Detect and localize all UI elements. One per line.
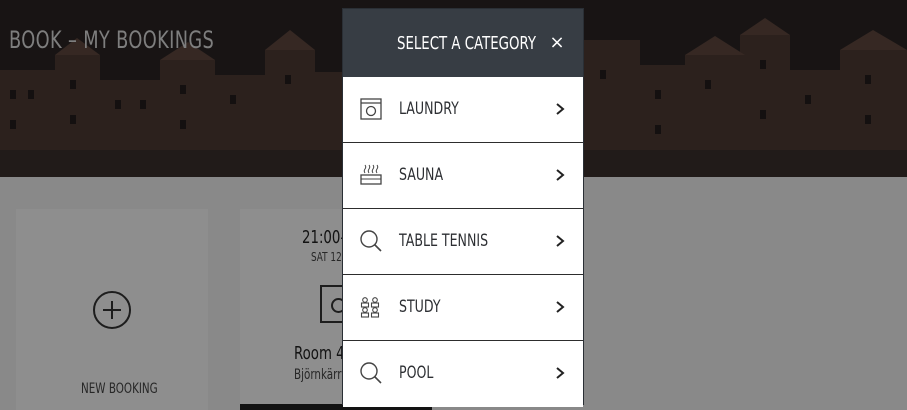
category-modal: SELECT A CATEGORY × LAUNDRY SAUNA TABLE … <box>342 8 584 407</box>
category-label: LAUNDRY <box>399 99 480 119</box>
category-label-text: STUDY <box>399 297 441 317</box>
category-item-laundry[interactable]: LAUNDRY <box>343 77 583 143</box>
category-label-text: POOL <box>399 363 434 383</box>
category-label-text: TABLE TENNIS <box>399 231 489 251</box>
category-label-text: LAUNDRY <box>399 99 459 119</box>
category-label: POOL <box>399 363 445 383</box>
close-icon[interactable]: × <box>543 29 571 57</box>
category-list: LAUNDRY SAUNA TABLE TENNIS STUDY POOL <box>343 77 583 407</box>
category-label: TABLE TENNIS <box>399 231 519 251</box>
modal-title-text: SELECT A CATEGORY <box>397 33 537 54</box>
modal-header: SELECT A CATEGORY × <box>343 9 583 77</box>
category-item-sauna[interactable]: SAUNA <box>343 143 583 209</box>
chevron-right-icon <box>556 103 565 115</box>
category-item-pool[interactable]: POOL <box>343 341 583 407</box>
chevron-right-icon <box>556 367 565 379</box>
laundry-icon <box>360 98 382 120</box>
chevron-right-icon <box>556 169 565 181</box>
category-item-study[interactable]: STUDY <box>343 275 583 341</box>
magnifier-icon <box>360 230 382 252</box>
sauna-icon <box>360 164 382 185</box>
magnifier-icon <box>360 362 382 384</box>
category-label: STUDY <box>399 297 455 317</box>
category-label-text: SAUNA <box>399 165 444 185</box>
category-item-table-tennis[interactable]: TABLE TENNIS <box>343 209 583 275</box>
people-icon <box>360 297 380 318</box>
category-label: SAUNA <box>399 165 459 185</box>
chevron-right-icon <box>556 235 565 247</box>
chevron-right-icon <box>556 301 565 313</box>
